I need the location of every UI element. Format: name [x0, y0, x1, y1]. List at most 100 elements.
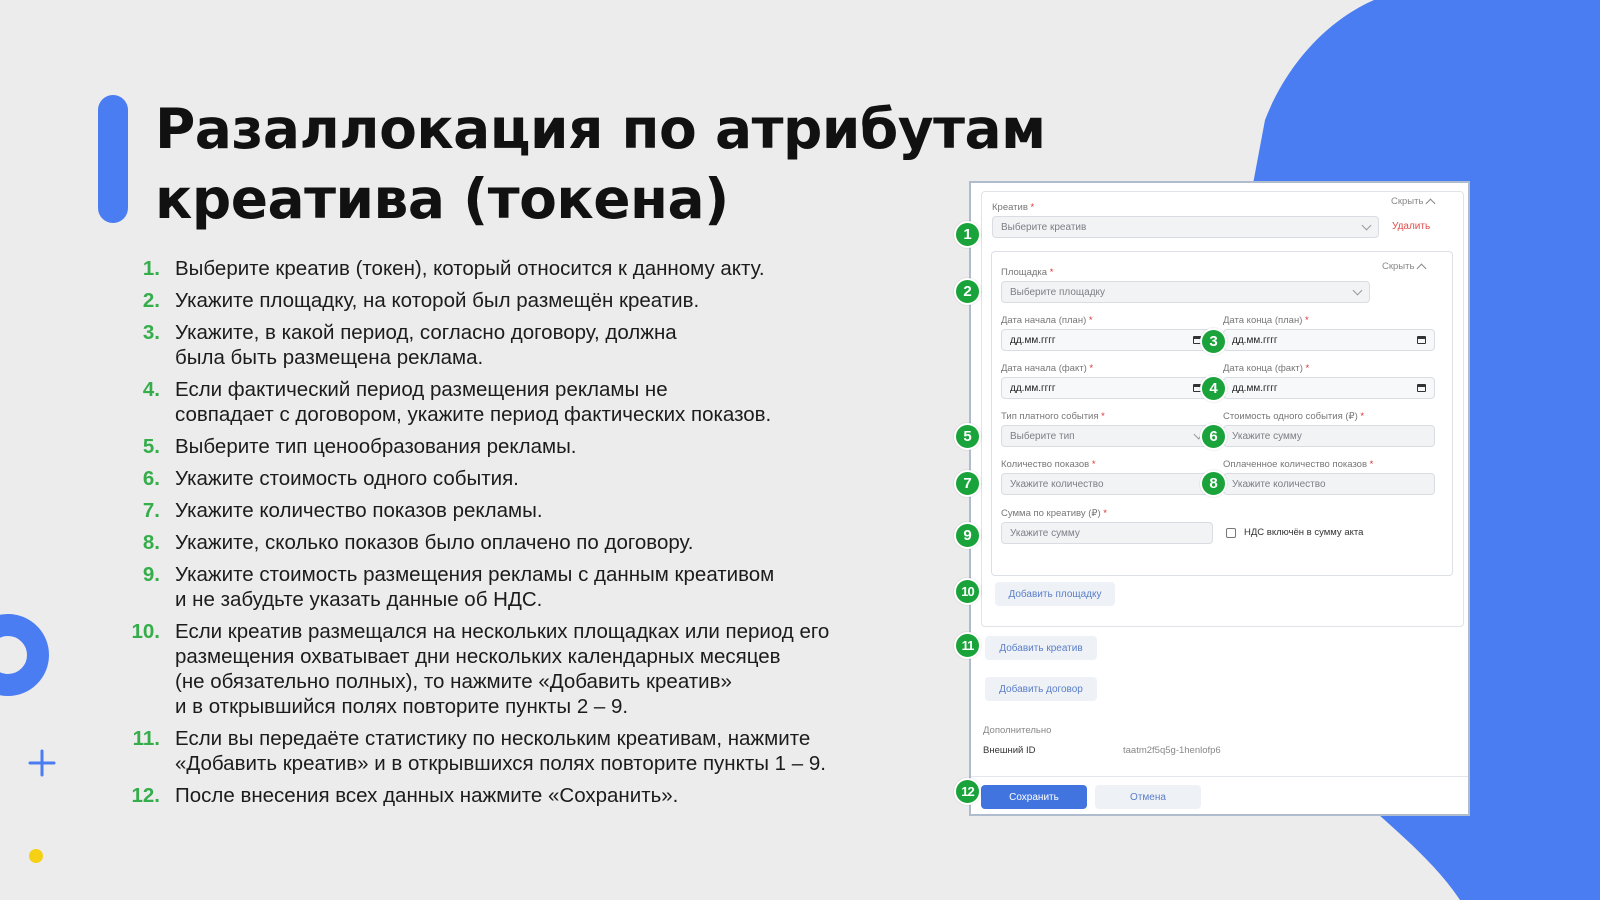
additional-heading: Дополнительно — [983, 725, 1052, 736]
fact-end-date-input[interactable]: дд.мм.гггг — [1223, 377, 1435, 399]
step-item: 11. Если вы передаёте статистику по неско… — [120, 726, 950, 776]
step-text: Укажите площадку, на которой был размещё… — [175, 288, 699, 313]
external-id-value: taatm2f5q5g-1henlofp6 — [1123, 745, 1221, 756]
step-number: 4. — [142, 378, 160, 401]
step-item: 7. Укажите количество показов рекламы. — [120, 498, 950, 523]
delete-creative-link[interactable]: Удалить — [1392, 221, 1430, 232]
step-number: 10. — [131, 620, 161, 643]
step-item: 6. Укажите стоимость одного события. — [120, 466, 950, 491]
step-text-line: Если креатив размещался на нескольких пл… — [175, 620, 830, 643]
step-text-line: Укажите, сколько показов было оплачено п… — [175, 531, 694, 554]
creative-sum-label: Сумма по креативу (₽) * — [1001, 508, 1107, 519]
step-number: 11. — [132, 727, 160, 750]
creative-label: Креатив * — [992, 202, 1035, 213]
step-number: 1. — [142, 257, 160, 280]
paid-impressions-label: Оплаченное количество показов * — [1223, 459, 1374, 470]
step-item: 10. Если креатив размещался на нескольких… — [120, 619, 950, 719]
chevron-down-icon — [1361, 220, 1372, 231]
chevron-down-icon — [1352, 285, 1363, 296]
step-text-line: Выберите тип ценообразования рекламы. — [175, 435, 577, 458]
step-badge-4: 4 — [1200, 375, 1227, 402]
step-badge-10: 10 — [954, 578, 981, 605]
vat-checkbox[interactable] — [1226, 527, 1236, 538]
step-text-line: Если вы передаёте статистику по нескольк… — [175, 727, 811, 750]
step-number: 2. — [142, 289, 160, 312]
add-creative-button[interactable]: Добавить креатив — [985, 636, 1097, 660]
step-item: 4. Если фактический период размещения рек… — [120, 377, 950, 427]
step-badge-9: 9 — [954, 522, 981, 549]
step-number: 7. — [142, 499, 160, 522]
step-text: Укажите стоимость размещения рекламы с д… — [175, 562, 774, 612]
add-site-button[interactable]: Добавить площадку — [995, 582, 1115, 606]
paid-impressions-input[interactable]: Укажите количество — [1223, 473, 1435, 495]
step-text-line: Укажите стоимость одного события. — [175, 467, 519, 490]
save-button[interactable]: Сохранить — [981, 785, 1087, 809]
fact-end-label: Дата конца (факт) * — [1223, 363, 1310, 374]
step-badge-12: 12 — [954, 778, 981, 805]
calendar-icon[interactable] — [1417, 384, 1426, 392]
step-badge-8: 8 — [1200, 470, 1227, 497]
step-text-line: Укажите количество показов рекламы. — [175, 499, 543, 522]
creative-sum-input[interactable]: Укажите сумму — [1001, 522, 1213, 544]
step-text: Если вы передаёте статистику по нескольк… — [175, 726, 826, 776]
plan-start-date-input[interactable]: дд.мм.гггг — [1001, 329, 1211, 351]
step-number: 8. — [142, 531, 160, 554]
step-text: Укажите количество показов рекламы. — [175, 498, 543, 523]
step-text: Выберите тип ценообразования рекламы. — [175, 434, 577, 459]
event-cost-input[interactable]: Укажите сумму — [1223, 425, 1435, 447]
step-number: 6. — [142, 467, 160, 490]
step-number: 9. — [142, 563, 160, 586]
step-text-line: После внесения всех данных нажмите «Сохр… — [175, 784, 679, 807]
fact-start-date-input[interactable]: дд.мм.гггг — [1001, 377, 1211, 399]
add-contract-button[interactable]: Добавить договор — [985, 677, 1097, 701]
impressions-label: Количество показов * — [1001, 459, 1096, 470]
step-text-line: совпадает с договором, укажите период фа… — [175, 403, 772, 426]
step-item: 2. Укажите площадку, на которой был разме… — [120, 288, 950, 313]
plus-decoration — [28, 749, 56, 777]
step-badge-6: 6 — [1200, 423, 1227, 450]
step-badge-1: 1 — [954, 221, 981, 248]
creative-select[interactable]: Выберите креатив — [992, 216, 1379, 238]
step-text-line: и не забудьте указать данные об НДС. — [175, 588, 543, 611]
fact-start-label: Дата начала (факт) * — [1001, 363, 1094, 374]
step-text-line: и в открывшийся полях повторите пункты 2… — [175, 695, 629, 718]
external-id-label: Внешний ID — [983, 745, 1036, 756]
yellow-dot-decoration — [29, 849, 43, 863]
step-text: После внесения всех данных нажмите «Сохр… — [175, 783, 678, 808]
step-text-line: была быть размещена реклама. — [175, 346, 484, 369]
step-item: 9. Укажите стоимость размещения рекламы с… — [120, 562, 950, 612]
cancel-button[interactable]: Отмена — [1095, 785, 1201, 809]
step-badge-3: 3 — [1200, 328, 1227, 355]
calendar-icon[interactable] — [1417, 336, 1426, 344]
site-select[interactable]: Выберите площадку — [1001, 281, 1370, 303]
event-type-select[interactable]: Выберите тип — [1001, 425, 1211, 447]
plan-end-date-input[interactable]: дд.мм.гггг — [1223, 329, 1435, 351]
form-screenshot: Креатив * Скрыть Выберите креатив Удалит… — [969, 181, 1470, 816]
step-text-line: размещения охватывает дни нескольких кал… — [175, 645, 781, 668]
ring-decoration — [0, 614, 49, 696]
impressions-input[interactable]: Укажите количество — [1001, 473, 1211, 495]
vat-checkbox-row[interactable]: НДС включён в сумму акта — [1226, 527, 1363, 538]
plan-end-label: Дата конца (план) * — [1223, 315, 1309, 326]
step-number: 5. — [142, 435, 160, 458]
step-badge-11: 11 — [954, 632, 981, 659]
event-type-label: Тип платного события * — [1001, 411, 1105, 422]
step-item: 3. Укажите, в какой период, согласно дого… — [120, 320, 950, 370]
vat-checkbox-label: НДС включён в сумму акта — [1244, 527, 1364, 538]
hide-site-link[interactable]: Скрыть — [1382, 261, 1427, 273]
event-cost-label: Стоимость одного события (₽) * — [1223, 411, 1365, 422]
step-text: Укажите, сколько показов было оплачено п… — [175, 530, 693, 555]
instruction-list: 1. Выберите креатив (токен), который отно… — [120, 256, 950, 815]
step-text-line: Выберите креатив (токен), который относи… — [175, 257, 765, 280]
step-text-line: Если фактический период размещения рекла… — [175, 378, 668, 401]
step-text: Укажите, в какой период, согласно догово… — [175, 320, 677, 370]
hide-creative-link[interactable]: Скрыть — [1391, 196, 1436, 208]
step-text-line: Укажите площадку, на которой был размещё… — [175, 289, 700, 312]
step-text-line: (не обязательно полных), то нажмите «Доб… — [175, 670, 732, 693]
step-item: 8. Укажите, сколько показов было оплачено… — [120, 530, 950, 555]
title-line-2: креатива (токена) — [155, 167, 729, 231]
plan-start-label: Дата начала (план) * — [1001, 315, 1093, 326]
step-item: 12. После внесения всех данных нажмите «С… — [120, 783, 950, 808]
step-item: 5. Выберите тип ценообразования рекламы. — [120, 434, 950, 459]
step-text: Если фактический период размещения рекла… — [175, 377, 771, 427]
